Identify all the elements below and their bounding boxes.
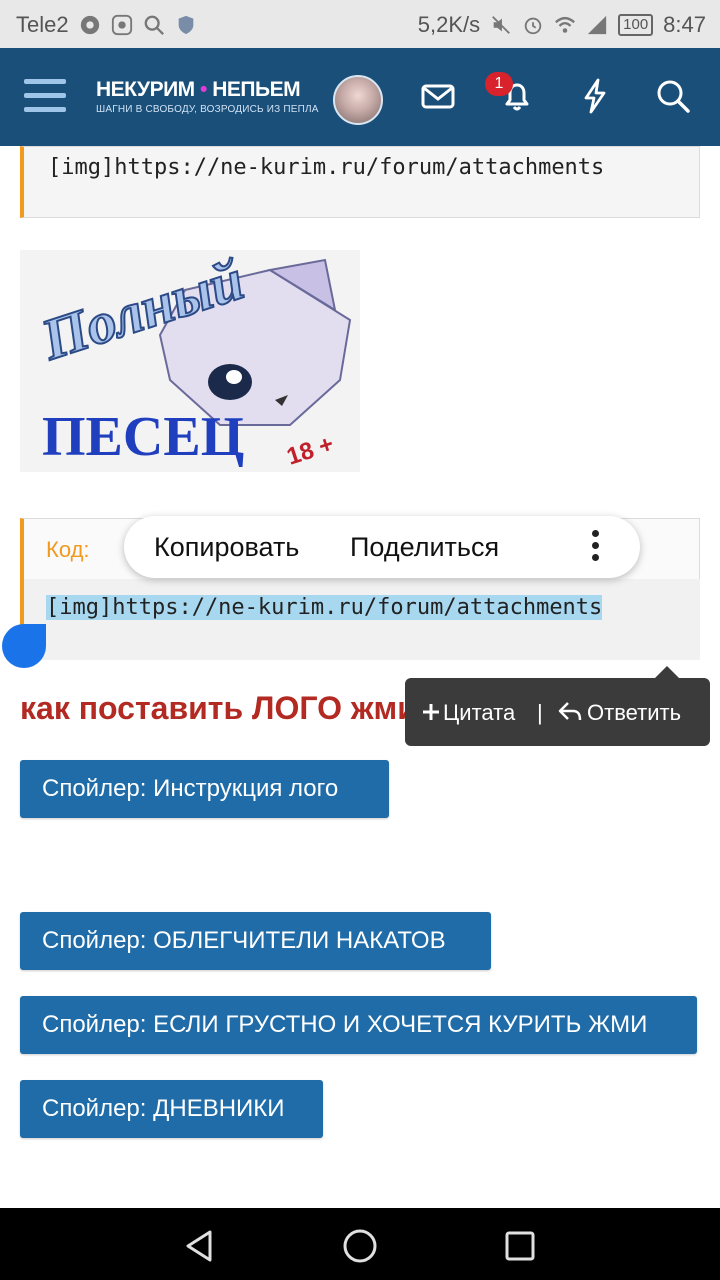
status-bar: Tele2 5,2K/s 100 8:47 xyxy=(0,0,720,48)
mail-icon[interactable] xyxy=(418,76,458,116)
logo-dot: • xyxy=(200,78,207,101)
code-area: [img]https://ne-kurim.ru/forum/attachmen… xyxy=(24,579,700,660)
alarm-icon xyxy=(524,17,542,35)
logo-subtitle: ШАГНИ В СВОБОДУ, ВОЗРОДИСЬ ИЗ ПЕПЛА xyxy=(96,104,319,115)
image-stamp: 18 + xyxy=(284,430,337,470)
spoiler-button-diaries[interactable]: Спойлер: ДНЕВНИКИ xyxy=(20,1080,323,1138)
reply-icon xyxy=(558,702,582,721)
site-logo[interactable]: НЕКУРИМ • НЕПЬЕМ ШАГНИ В СВОБОДУ, ВОЗРОД… xyxy=(92,76,318,120)
selection-highlight: [img]https://ne-kurim.ru/forum/attachmen… xyxy=(46,595,603,620)
quote-reply-tooltip: Цитата | Ответить xyxy=(405,678,710,746)
share-action[interactable]: Поделиться xyxy=(350,532,499,563)
signal-icon xyxy=(587,15,607,35)
selection-handle[interactable] xyxy=(2,624,46,668)
logo-title-part2: НЕПЬЕМ xyxy=(212,78,301,101)
chrome-icon xyxy=(80,15,99,35)
code-block-top: [img]https://ne-kurim.ru/forum/attachmen… xyxy=(20,146,700,218)
battery-indicator: 100 xyxy=(618,14,654,36)
network-speed: 5,2K/s xyxy=(417,12,481,37)
post-heading: как поставить ЛОГО жми xyxy=(20,690,417,726)
code-text-selected[interactable]: [img]https://ne-kurim.ru/forum/attachmen… xyxy=(46,595,700,620)
image-caption-line2: ПЕСЕЦ xyxy=(42,406,244,468)
back-icon[interactable] xyxy=(180,1226,220,1266)
code-text-top[interactable]: [img]https://ne-kurim.ru/forum/attachmen… xyxy=(48,155,698,180)
logo-title-part1: НЕКУРИМ xyxy=(96,78,195,101)
recents-icon[interactable] xyxy=(500,1226,540,1266)
spoiler-button-logo[interactable]: Спойлер: Инструкция лого xyxy=(20,760,389,818)
reply-action[interactable]: Ответить xyxy=(587,700,681,726)
app-icon xyxy=(111,14,132,36)
copy-action[interactable]: Копировать xyxy=(154,532,299,563)
spoiler-button-sad[interactable]: Спойлер: ЕСЛИ ГРУСТНО И ХОЧЕТСЯ КУРИТЬ Ж… xyxy=(20,996,697,1054)
tooltip-separator: | xyxy=(537,700,543,725)
spoiler-button-reliefs[interactable]: Спойлер: ОБЛЕГЧИТЕЛИ НАКАТОВ xyxy=(20,912,491,970)
carrier-label: Tele2 xyxy=(16,12,69,37)
code-label: Код: xyxy=(46,537,90,562)
plus-icon xyxy=(423,704,439,720)
mute-icon xyxy=(492,16,511,34)
tooltip-arrow xyxy=(655,666,679,678)
more-options-icon[interactable] xyxy=(592,530,600,564)
user-avatar[interactable] xyxy=(333,75,383,125)
home-icon[interactable] xyxy=(340,1226,380,1266)
android-nav-bar xyxy=(0,1208,720,1280)
time-label: 8:47 xyxy=(663,12,706,37)
notification-badge: 1 xyxy=(485,72,513,96)
quote-action[interactable]: Цитата xyxy=(443,700,515,726)
shield-status-icon xyxy=(178,15,193,35)
search-icon[interactable] xyxy=(653,76,693,116)
menu-icon[interactable] xyxy=(24,79,66,115)
post-image-graphic: Полный ПЕСЕЦ 18 + xyxy=(32,246,352,471)
post-image[interactable]: Полный ПЕСЕЦ 18 + xyxy=(20,246,360,472)
wifi-icon xyxy=(555,16,576,33)
search-status-icon xyxy=(144,15,164,35)
selection-context-menu: Копировать Поделиться xyxy=(124,516,640,578)
bolt-icon[interactable] xyxy=(575,76,615,116)
